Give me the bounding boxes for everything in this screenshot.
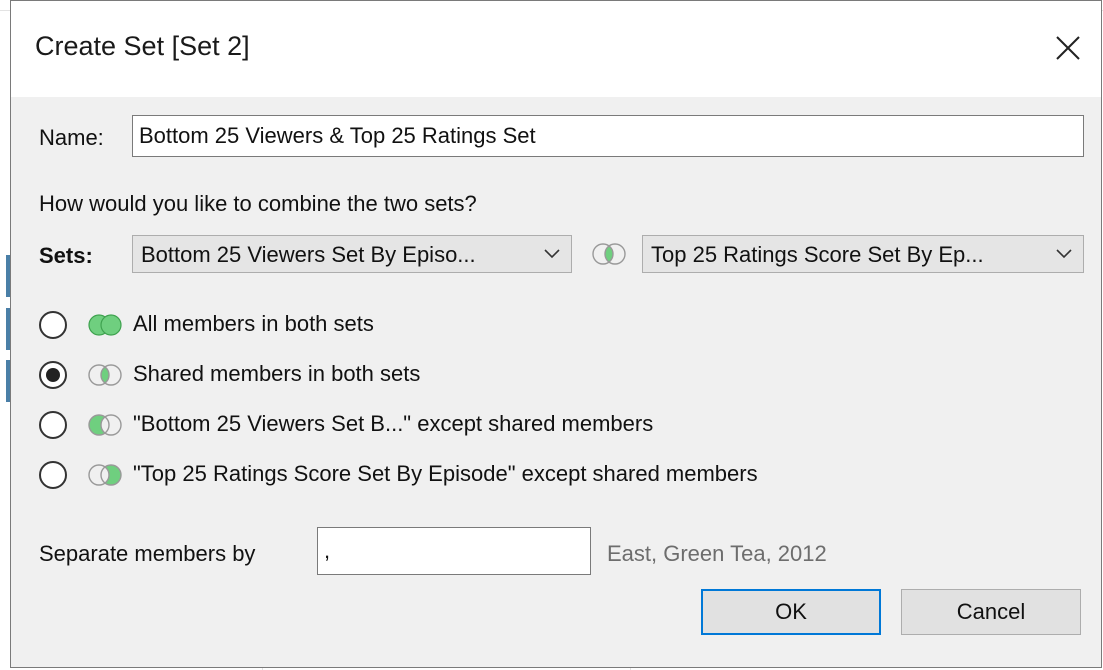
left-set-selected: Bottom 25 Viewers Set By Episo... <box>141 242 476 267</box>
venn-left-except-icon <box>88 414 122 436</box>
dialog-titlebar: Create Set [Set 2] <box>11 1 1101 97</box>
cancel-button[interactable]: Cancel <box>901 589 1081 635</box>
right-set-dropdown[interactable]: Top 25 Ratings Score Set By Ep... <box>642 235 1084 273</box>
close-button[interactable] <box>1051 31 1085 65</box>
venn-union-icon <box>88 314 122 336</box>
radio-button[interactable] <box>39 411 67 439</box>
dialog-title: Create Set [Set 2] <box>35 31 250 61</box>
option-label: "Top 25 Ratings Score Set By Episode" ex… <box>133 461 758 486</box>
combine-prompt: How would you like to combine the two se… <box>39 191 477 216</box>
separator-label: Separate members by <box>39 541 256 566</box>
radio-button[interactable] <box>39 311 67 339</box>
ok-button[interactable]: OK <box>701 589 881 635</box>
chevron-down-icon <box>1056 249 1072 259</box>
chevron-down-icon <box>544 249 560 259</box>
radio-button[interactable] <box>39 461 67 489</box>
left-set-dropdown[interactable]: Bottom 25 Viewers Set By Episo... <box>132 235 572 273</box>
radio-dot <box>46 368 60 382</box>
venn-intersection-icon <box>592 243 626 265</box>
name-label: Name: <box>39 125 104 150</box>
venn-intersection-icon <box>88 364 122 386</box>
radio-button-selected[interactable] <box>39 361 67 389</box>
create-set-dialog: Create Set [Set 2] Name: How would you l… <box>10 0 1102 668</box>
option-label: All members in both sets <box>133 311 374 336</box>
venn-right-except-icon <box>88 464 122 486</box>
right-set-selected: Top 25 Ratings Score Set By Ep... <box>651 242 984 267</box>
sets-label: Sets: <box>39 243 93 268</box>
separator-input[interactable] <box>317 527 591 575</box>
name-input[interactable] <box>132 115 1084 157</box>
option-label: "Bottom 25 Viewers Set B..." except shar… <box>133 411 654 436</box>
option-label: Shared members in both sets <box>133 361 421 386</box>
separator-example: East, Green Tea, 2012 <box>607 541 827 566</box>
close-x-icon <box>1056 36 1080 60</box>
